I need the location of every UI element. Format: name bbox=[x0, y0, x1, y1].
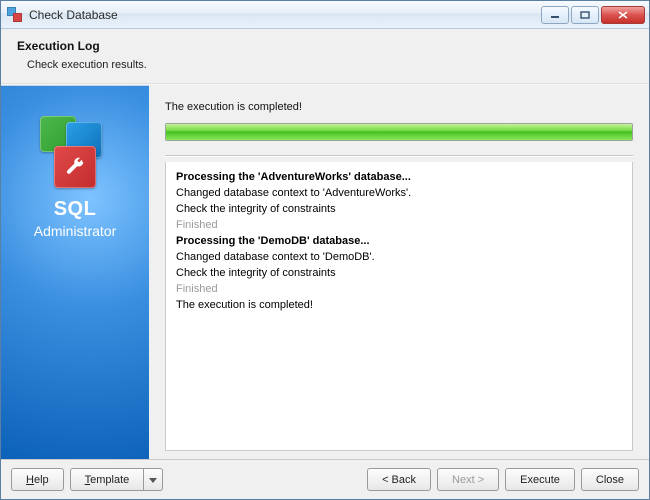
next-button[interactable]: Next > bbox=[437, 468, 499, 491]
maximize-icon bbox=[580, 11, 590, 19]
execute-button[interactable]: Execute bbox=[505, 468, 575, 491]
log-line: Changed database context to 'AdventureWo… bbox=[176, 186, 622, 202]
footer: Help Template < Back Next > Execute Clos… bbox=[1, 459, 649, 499]
template-button[interactable]: Template bbox=[70, 468, 145, 491]
body: SQL Administrator The execution is compl… bbox=[1, 85, 649, 459]
progress-fill bbox=[166, 124, 632, 140]
log-line: Finished bbox=[176, 282, 622, 298]
wrench-icon bbox=[64, 156, 86, 178]
page-title: Execution Log bbox=[17, 39, 633, 53]
template-dropdown-button[interactable] bbox=[144, 468, 163, 491]
close-icon bbox=[618, 11, 628, 19]
log-line: Changed database context to 'DemoDB'. bbox=[176, 250, 622, 266]
chevron-down-icon bbox=[149, 478, 157, 483]
product-name: SQL Administrator bbox=[34, 198, 116, 239]
back-button[interactable]: < Back bbox=[367, 468, 431, 491]
maximize-button[interactable] bbox=[571, 6, 599, 24]
page-subtitle: Check execution results. bbox=[27, 59, 633, 71]
minimize-button[interactable] bbox=[541, 6, 569, 24]
minimize-icon bbox=[550, 11, 560, 19]
template-split-button: Template bbox=[70, 468, 164, 491]
window-controls bbox=[541, 6, 645, 24]
close-button[interactable]: Close bbox=[581, 468, 639, 491]
window-title: Check Database bbox=[29, 8, 118, 22]
status-text: The execution is completed! bbox=[165, 101, 633, 113]
progress-bar bbox=[165, 123, 633, 141]
product-name-line2: Administrator bbox=[34, 223, 116, 239]
close-window-button[interactable] bbox=[601, 6, 645, 24]
window: Check Database Execution Log Check execu… bbox=[0, 0, 650, 500]
app-icon bbox=[7, 7, 23, 23]
product-name-line1: SQL bbox=[34, 198, 116, 221]
log-divider bbox=[165, 155, 633, 156]
log-line: The execution is completed! bbox=[176, 298, 622, 314]
log-line: Processing the 'DemoDB' database... bbox=[176, 234, 622, 250]
execution-log[interactable]: Processing the 'AdventureWorks' database… bbox=[165, 162, 633, 451]
sidebar: SQL Administrator bbox=[1, 85, 149, 459]
header-section: Execution Log Check execution results. bbox=[1, 29, 649, 83]
log-line: Check the integrity of constraints bbox=[176, 202, 622, 218]
help-button[interactable]: Help bbox=[11, 468, 64, 491]
titlebar: Check Database bbox=[1, 1, 649, 29]
log-line: Check the integrity of constraints bbox=[176, 266, 622, 282]
product-logo bbox=[40, 116, 110, 186]
log-line: Finished bbox=[176, 218, 622, 234]
main-pane: The execution is completed! Processing t… bbox=[149, 85, 649, 459]
log-line: Processing the 'AdventureWorks' database… bbox=[176, 170, 622, 186]
